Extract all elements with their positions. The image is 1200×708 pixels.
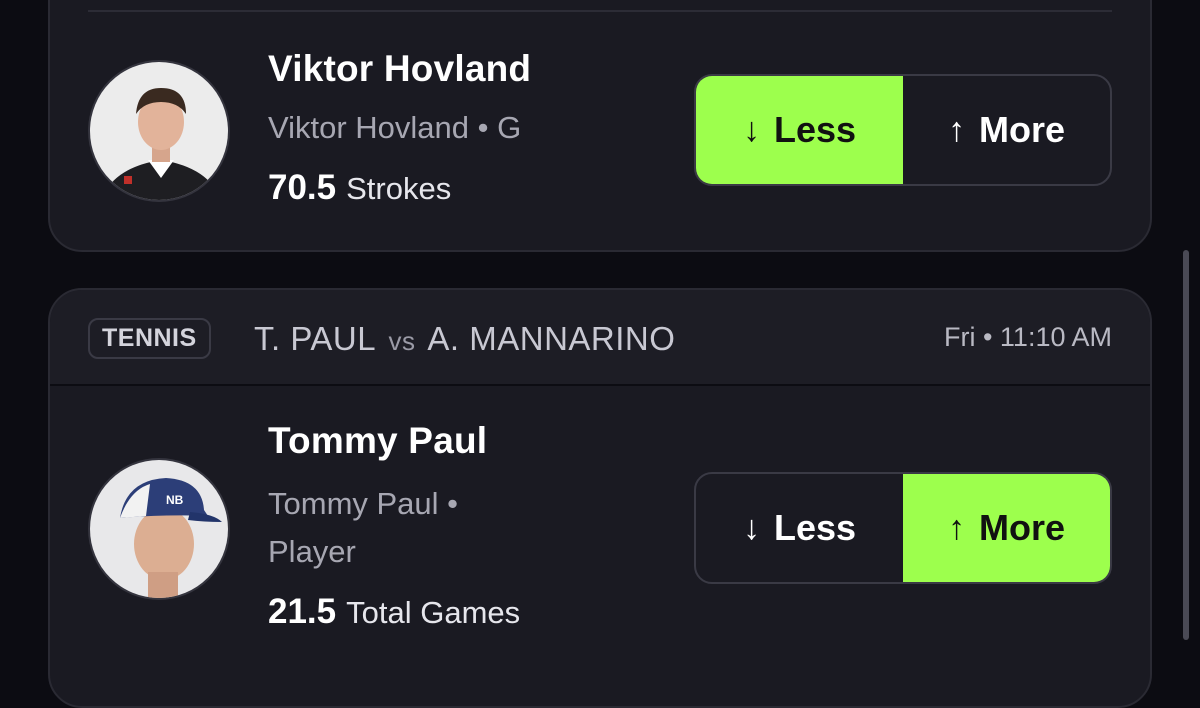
player-name: Viktor Hovland <box>268 48 532 89</box>
player-subtitle: Viktor Hovland • G <box>268 110 522 145</box>
arrow-up-icon: ↑ <box>947 110 965 149</box>
sport-badge: TENNIS <box>88 318 211 359</box>
less-more-toggle: ↓ Less ↑ More <box>694 472 1112 584</box>
arrow-down-icon: ↓ <box>742 508 760 547</box>
more-label: More <box>978 109 1065 150</box>
match-time: Fri • 11:10 AM <box>943 322 1112 352</box>
player-name: Tommy Paul <box>268 420 488 461</box>
vs-label: vs <box>388 326 416 356</box>
projection-card-hovland: Viktor Hovland Viktor Hovland • G 70.5 St… <box>48 0 1152 252</box>
arrow-down-icon: ↓ <box>742 110 760 149</box>
stat-type: Total Games <box>346 595 521 630</box>
matchup: T. PAUL vs A. MANNARINO <box>254 320 675 358</box>
player-subtitle-line1: Tommy Paul • <box>268 486 459 521</box>
divider <box>88 10 1112 12</box>
match-header: TENNIS T. PAUL vs A. MANNARINO Fri • 11:… <box>50 290 1150 386</box>
svg-text:NB: NB <box>166 493 184 507</box>
player-subtitle-line2: Player <box>268 534 356 569</box>
projection-card-paul: TENNIS T. PAUL vs A. MANNARINO Fri • 11:… <box>48 288 1152 708</box>
line-value: 70.5 <box>268 168 337 207</box>
more-button[interactable]: ↑ More <box>903 76 1110 184</box>
less-label: Less <box>773 507 857 548</box>
player-avatar: NB <box>88 458 230 600</box>
less-label: Less <box>773 109 857 150</box>
less-more-toggle: ↓ Less ↑ More <box>694 74 1112 186</box>
arrow-up-icon: ↑ <box>947 508 965 547</box>
stat-line: 70.5 Strokes <box>268 168 451 208</box>
more-label: More <box>978 507 1065 548</box>
team1: T. PAUL <box>254 320 375 357</box>
team2: A. MANNARINO <box>427 320 676 357</box>
more-button[interactable]: ↑ More <box>903 474 1110 582</box>
player-avatar <box>88 60 230 202</box>
less-button[interactable]: ↓ Less <box>696 474 903 582</box>
scrollbar[interactable] <box>1183 250 1189 640</box>
stat-line: 21.5 Total Games <box>268 592 520 632</box>
line-value: 21.5 <box>268 592 337 631</box>
stat-type: Strokes <box>346 171 452 206</box>
less-button[interactable]: ↓ Less <box>696 76 903 184</box>
